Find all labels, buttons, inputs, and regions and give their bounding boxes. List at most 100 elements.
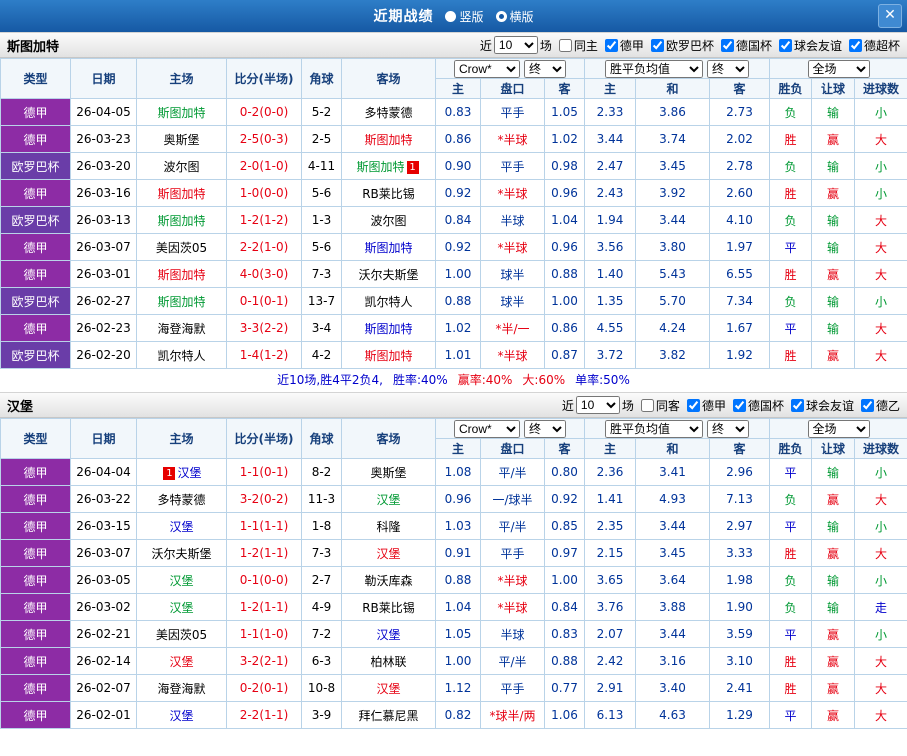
match-score[interactable]: 1-2(1-1) bbox=[227, 594, 302, 621]
team-link[interactable]: 奥斯堡 bbox=[370, 466, 406, 480]
team-link[interactable]: 汉堡 bbox=[376, 547, 400, 561]
final-odds-select[interactable]: 终 bbox=[524, 60, 566, 78]
team-link[interactable]: 沃尔夫斯堡 bbox=[358, 268, 418, 282]
radio-icon[interactable] bbox=[496, 11, 507, 22]
team-link[interactable]: 多特蒙德 bbox=[364, 106, 412, 120]
match-score[interactable]: 3-3(2-2) bbox=[227, 315, 302, 342]
team-link[interactable]: 斯图加特 bbox=[356, 160, 404, 174]
same-venue-filter-checkbox[interactable] bbox=[641, 399, 654, 412]
team-link[interactable]: 勒沃库森 bbox=[364, 574, 412, 588]
league-filter[interactable]: 德甲 bbox=[687, 397, 726, 414]
match-score[interactable]: 3-2(0-2) bbox=[227, 486, 302, 513]
league-filter[interactable]: 球会友谊 bbox=[779, 37, 842, 54]
euro-mean-select[interactable]: 胜平负均值 bbox=[605, 420, 703, 438]
match-score[interactable]: 2-2(1-0) bbox=[227, 234, 302, 261]
team-link[interactable]: 美因茨05 bbox=[156, 241, 207, 255]
scope-select[interactable]: 全场 bbox=[808, 60, 870, 78]
same-venue-filter[interactable]: 同客 bbox=[641, 397, 680, 414]
euro-mean-select[interactable]: 胜平负均值 bbox=[605, 60, 703, 78]
league-filter[interactable]: 欧罗巴杯 bbox=[651, 37, 714, 54]
result-wdl: 平 bbox=[770, 621, 812, 648]
final-euro-select[interactable]: 终 bbox=[707, 60, 749, 78]
match-score[interactable]: 1-2(1-1) bbox=[227, 540, 302, 567]
league-filter-checkbox[interactable] bbox=[605, 39, 618, 52]
final-euro-select[interactable]: 终 bbox=[707, 420, 749, 438]
team-link[interactable]: 斯图加特 bbox=[157, 214, 205, 228]
league-filter[interactable]: 球会友谊 bbox=[791, 397, 854, 414]
match-score[interactable]: 2-0(1-0) bbox=[227, 153, 302, 180]
team-link[interactable]: 汉堡 bbox=[169, 655, 193, 669]
close-icon[interactable]: ✕ bbox=[878, 4, 902, 28]
same-venue-filter[interactable]: 同主 bbox=[559, 37, 598, 54]
team-link[interactable]: 汉堡 bbox=[376, 682, 400, 696]
team-link[interactable]: 海登海默 bbox=[157, 682, 205, 696]
team-link[interactable]: 科隆 bbox=[376, 520, 400, 534]
league-filter[interactable]: 德乙 bbox=[861, 397, 900, 414]
team-link[interactable]: RB莱比锡 bbox=[362, 601, 415, 615]
team-link[interactable]: 海登海默 bbox=[157, 322, 205, 336]
layout-radio-option[interactable]: 竖版 bbox=[445, 8, 483, 25]
league-filter-checkbox[interactable] bbox=[861, 399, 874, 412]
match-score[interactable]: 0-1(0-0) bbox=[227, 567, 302, 594]
league-filter-checkbox[interactable] bbox=[849, 39, 862, 52]
match-score[interactable]: 0-2(0-1) bbox=[227, 675, 302, 702]
team-link[interactable]: 汉堡 bbox=[169, 601, 193, 615]
layout-radio-selected[interactable]: 横版 bbox=[496, 8, 534, 25]
match-score[interactable]: 1-2(1-2) bbox=[227, 207, 302, 234]
team-link[interactable]: 波尔图 bbox=[163, 160, 199, 174]
team-link[interactable]: 凯尔特人 bbox=[364, 295, 412, 309]
match-score[interactable]: 0-1(0-1) bbox=[227, 288, 302, 315]
team-link[interactable]: 斯图加特 bbox=[364, 349, 412, 363]
league-filter-checkbox[interactable] bbox=[733, 399, 746, 412]
league-filter[interactable]: 德国杯 bbox=[733, 397, 784, 414]
team-link[interactable]: 波尔图 bbox=[370, 214, 406, 228]
team-link[interactable]: 汉堡 bbox=[177, 466, 201, 480]
team-link[interactable]: 汉堡 bbox=[169, 520, 193, 534]
same-venue-filter-checkbox[interactable] bbox=[559, 39, 572, 52]
match-score[interactable]: 4-0(3-0) bbox=[227, 261, 302, 288]
odds-source-select[interactable]: Crow* bbox=[454, 60, 520, 78]
radio-icon[interactable] bbox=[445, 11, 456, 22]
team-link[interactable]: 拜仁慕尼黑 bbox=[358, 709, 418, 723]
team-link[interactable]: RB莱比锡 bbox=[362, 187, 415, 201]
match-score[interactable]: 1-1(1-1) bbox=[227, 513, 302, 540]
match-score[interactable]: 1-1(0-1) bbox=[227, 459, 302, 486]
league-filter[interactable]: 德甲 bbox=[605, 37, 644, 54]
team-link[interactable]: 斯图加特 bbox=[157, 187, 205, 201]
team-link[interactable]: 斯图加特 bbox=[364, 241, 412, 255]
league-filter-checkbox[interactable] bbox=[721, 39, 734, 52]
match-score[interactable]: 1-4(1-2) bbox=[227, 342, 302, 369]
team-link[interactable]: 多特蒙德 bbox=[157, 493, 205, 507]
team-link[interactable]: 凯尔特人 bbox=[157, 349, 205, 363]
match-score[interactable]: 1-1(1-0) bbox=[227, 621, 302, 648]
match-score[interactable]: 3-2(2-1) bbox=[227, 648, 302, 675]
team-link[interactable]: 斯图加特 bbox=[364, 322, 412, 336]
team-link[interactable]: 斯图加特 bbox=[157, 268, 205, 282]
scope-select[interactable]: 全场 bbox=[808, 420, 870, 438]
league-filter-checkbox[interactable] bbox=[779, 39, 792, 52]
odds-source-select[interactable]: Crow* bbox=[454, 420, 520, 438]
team-link[interactable]: 柏林联 bbox=[370, 655, 406, 669]
match-score[interactable]: 0-2(0-0) bbox=[227, 99, 302, 126]
final-odds-select[interactable]: 终 bbox=[524, 420, 566, 438]
team-link[interactable]: 汉堡 bbox=[169, 574, 193, 588]
match-score[interactable]: 2-2(1-1) bbox=[227, 702, 302, 729]
team-link[interactable]: 斯图加特 bbox=[364, 133, 412, 147]
team-link[interactable]: 斯图加特 bbox=[157, 106, 205, 120]
league-filter-checkbox[interactable] bbox=[791, 399, 804, 412]
team-link[interactable]: 美因茨05 bbox=[156, 628, 207, 642]
team-link[interactable]: 汉堡 bbox=[169, 709, 193, 723]
recent-count-select[interactable]: 10 bbox=[494, 36, 538, 54]
league-filter-checkbox[interactable] bbox=[651, 39, 664, 52]
league-filter[interactable]: 德超杯 bbox=[849, 37, 900, 54]
team-link[interactable]: 汉堡 bbox=[376, 493, 400, 507]
league-filter[interactable]: 德国杯 bbox=[721, 37, 772, 54]
recent-count-select[interactable]: 10 bbox=[576, 396, 620, 414]
league-filter-checkbox[interactable] bbox=[687, 399, 700, 412]
team-link[interactable]: 汉堡 bbox=[376, 628, 400, 642]
match-score[interactable]: 1-0(0-0) bbox=[227, 180, 302, 207]
team-link[interactable]: 沃尔夫斯堡 bbox=[151, 547, 211, 561]
team-link[interactable]: 奥斯堡 bbox=[163, 133, 199, 147]
team-link[interactable]: 斯图加特 bbox=[157, 295, 205, 309]
match-score[interactable]: 2-5(0-3) bbox=[227, 126, 302, 153]
